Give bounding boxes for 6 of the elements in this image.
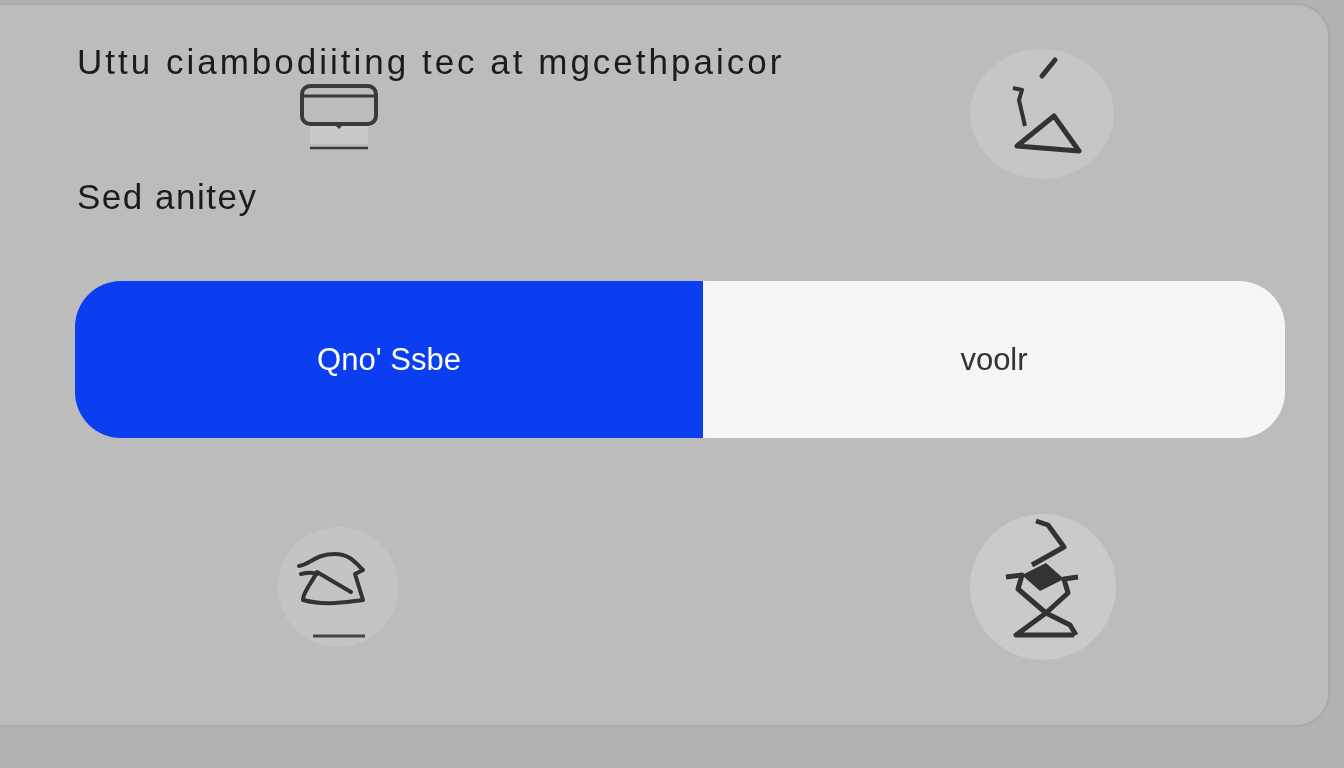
title: Uttu ciambodiiting tec at mgcethpaicor — [77, 42, 785, 82]
subtitle: Sed anitey — [77, 177, 258, 217]
segment-tab[interactable]: Qno' Ssbe — [75, 281, 703, 438]
segment-tab[interactable]: voolr — [703, 281, 1285, 438]
tray-icon — [300, 84, 378, 150]
mountain-icon[interactable] — [275, 526, 401, 648]
